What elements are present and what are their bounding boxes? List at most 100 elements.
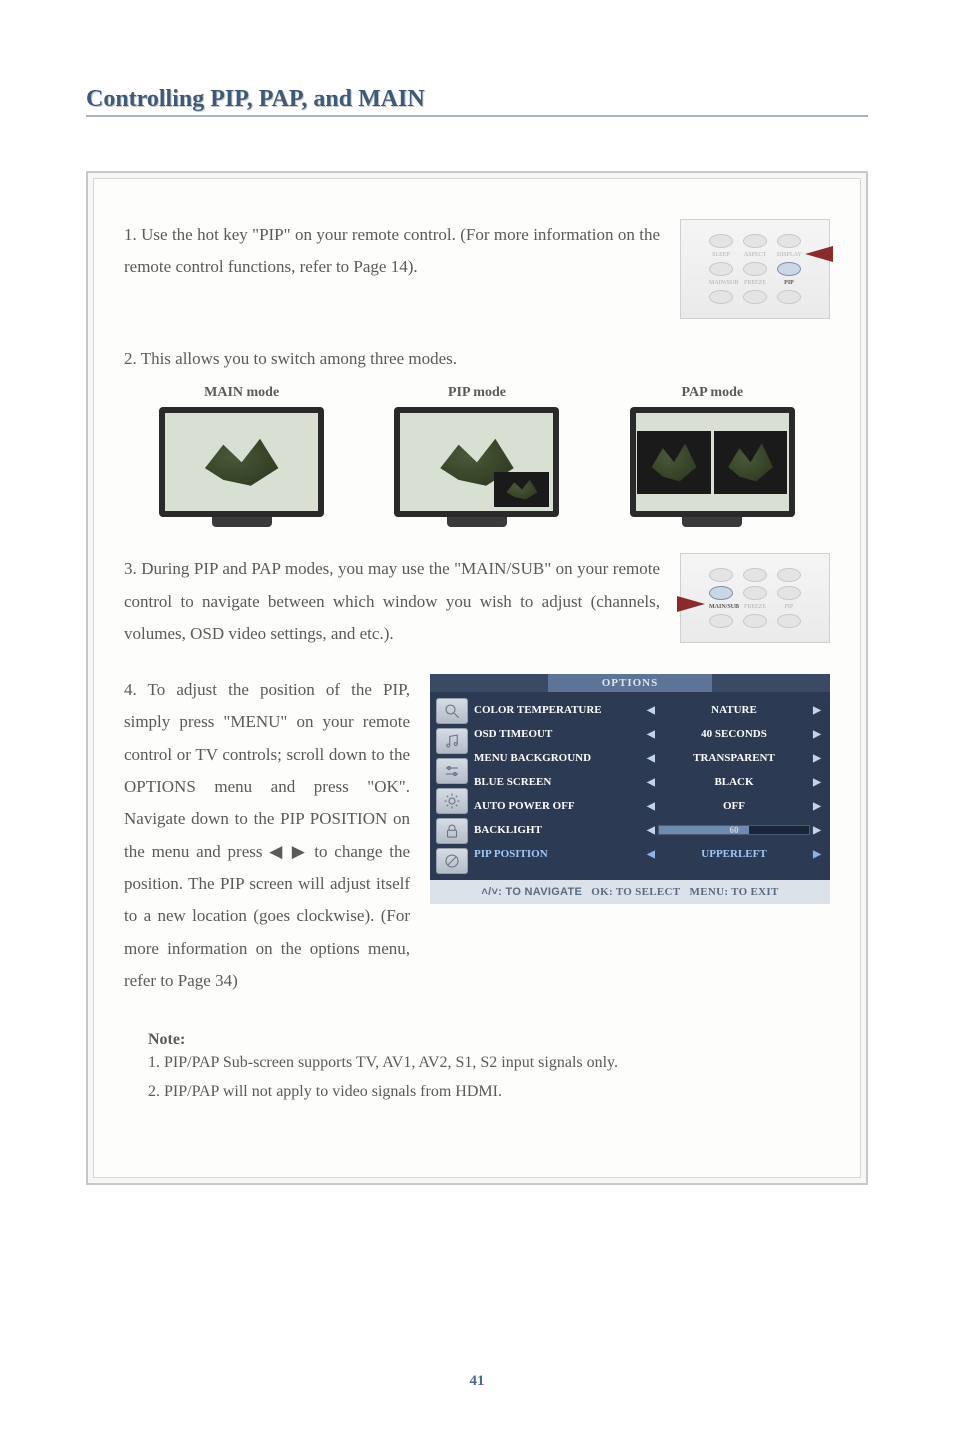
step-1: 1. Use the hot key "PIP" on your remote … [124,219,830,319]
osd-footer-hints: ˄/˅: TO NAVIGATE OK: TO SELECT MENU: TO … [430,880,830,904]
osd-title: OPTIONS [548,674,713,692]
right-arrow-icon: ▶ [810,849,824,860]
remote-button [709,568,733,582]
modes-row: MAIN mode PIP mode PAP mode [124,385,830,517]
remote-button [743,568,767,582]
osd-option-row: MENU BACKGROUND◀TRANSPARENT▶ [474,748,824,768]
remote-button [743,262,767,276]
remote-button [777,614,801,628]
osd-option-list: COLOR TEMPERATURE◀NATURE▶OSD TIMEOUT◀40 … [474,698,824,874]
right-arrow-icon: ▶ [810,801,824,812]
mode-main: MAIN mode [159,385,324,517]
right-arrow-icon: ▶ [810,729,824,740]
note-heading: Note: [148,1031,830,1049]
remote-button [777,234,801,248]
footer-ok: OK: TO SELECT [591,886,680,898]
remote-button [743,586,767,600]
arrow-pip-icon [805,246,833,262]
content-frame-inner: 1. Use the hot key "PIP" on your remote … [93,178,861,1178]
step4-text: 4. To adjust the position of the PIP, si… [124,674,410,997]
remote-button [777,586,801,600]
osd-option-value: NATURE [658,704,810,716]
osd-option-row: BLUE SCREEN◀BLACK▶ [474,772,824,792]
osd-option-label: OSD TIMEOUT [474,728,644,740]
tv-illustration-main [159,407,324,517]
remote-button [743,614,767,628]
remote-label: FREEZE [743,604,767,610]
remote-label: SLEEP [709,252,733,258]
footer-nav: ˄/˅: TO NAVIGATE [481,886,582,898]
osd-option-row: BACKLIGHT◀60▶ [474,820,824,840]
tv-illustration-pip [394,407,559,517]
osd-option-label: COLOR TEMPERATURE [474,704,644,716]
remote-button-pip [777,262,801,276]
osd-option-label: BLUE SCREEN [474,776,644,788]
osd-option-label: PIP POSITION [474,848,644,860]
footer-menu: MENU: TO EXIT [690,886,779,898]
left-arrow-icon: ◀ [644,801,658,812]
page-number: 41 [0,1373,954,1390]
remote-illustration-pip: SLEEP ASPECT DISPLAY MAIN/SUB FREEZE PIP [680,219,830,319]
left-arrow-icon: ◀ [644,729,658,740]
remote-button [777,568,801,582]
remote-button [743,290,767,304]
remote-label-mainsub: MAIN/SUB [709,604,733,610]
left-arrow-icon: ◀ [644,753,658,764]
lock-icon [436,818,468,844]
mode-pap: PAP mode [630,385,795,517]
osd-option-value: TRANSPARENT [658,752,810,764]
step-3: 3. During PIP and PAP modes, you may use… [124,553,830,650]
note-block: Note: 1. PIP/PAP Sub-screen supports TV,… [124,1031,830,1107]
remote-label-pip: PIP [777,280,801,286]
magnify-icon [436,698,468,724]
right-arrow-icon: ▶ [810,705,824,716]
left-arrow-icon: ◀ [644,825,658,836]
osd-menu-illustration: OPTIONS COLOR TEMPERATURE◀NATURE▶OSD TIM… [430,674,830,997]
leaf-icon [196,433,288,492]
pip-sub-screen [494,472,549,507]
step-2: 2. This allows you to switch among three… [124,343,830,517]
remote-button [709,290,733,304]
remote-label: FREEZE [743,280,767,286]
block-icon [436,848,468,874]
remote-button-mainsub [709,586,733,600]
leaf-icon [723,438,779,486]
gear-icon [436,788,468,814]
right-arrow-icon: ▶ [810,825,824,836]
remote-button [777,290,801,304]
left-arrow-icon: ◀ [644,849,658,860]
mode-pip: PIP mode [394,385,559,517]
note-icon [436,728,468,754]
step3-text: 3. During PIP and PAP modes, you may use… [124,553,660,650]
remote-button [743,234,767,248]
mode-label: MAIN mode [204,385,279,401]
osd-option-label: BACKLIGHT [474,824,644,836]
step-4: 4. To adjust the position of the PIP, si… [124,674,830,997]
remote-button [709,234,733,248]
osd-option-value: 40 SECONDS [658,728,810,740]
step1-text: 1. Use the hot key "PIP" on your remote … [124,219,660,319]
mode-label: PIP mode [448,385,506,401]
right-arrow-icon: ▶ [810,777,824,788]
remote-label: MAIN/SUB [709,280,733,286]
remote-button [709,262,733,276]
remote-label: PIP [777,604,801,610]
osd-option-row: COLOR TEMPERATURE◀NATURE▶ [474,700,824,720]
left-arrow-icon: ◀ [644,777,658,788]
osd-option-row: PIP POSITION◀UPPERLEFT▶ [474,844,824,864]
remote-label: ASPECT [743,252,767,258]
osd-option-row: OSD TIMEOUT◀40 SECONDS▶ [474,724,824,744]
osd-backlight-bar: 60 [658,825,810,835]
osd-option-value: UPPERLEFT [658,848,810,860]
leaf-icon [646,438,702,486]
section-title: Controlling PIP, PAP, and MAIN [86,86,868,117]
osd-sidebar-icons [436,698,468,874]
osd-option-label: MENU BACKGROUND [474,752,644,764]
arrow-mainsub-icon [677,596,705,612]
remote-illustration-mainsub: MAIN/SUB FREEZE PIP [680,553,830,643]
remote-label: DISPLAY [777,252,801,258]
right-arrow-icon: ▶ [810,753,824,764]
sliders-icon [436,758,468,784]
tv-illustration-pap [630,407,795,517]
osd-option-row: AUTO POWER OFF◀OFF▶ [474,796,824,816]
